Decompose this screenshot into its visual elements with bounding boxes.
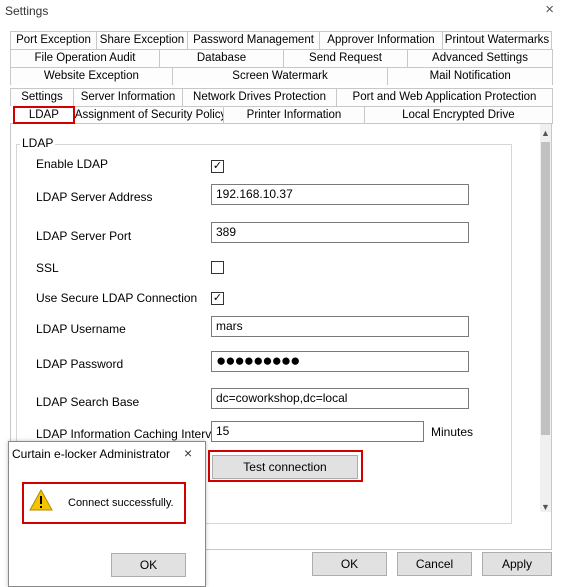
- ssl-label: SSL: [36, 261, 59, 275]
- tab-server-information[interactable]: Server Information: [73, 88, 183, 106]
- tab-ldap[interactable]: LDAP: [13, 106, 75, 124]
- dialog-message: Connect successfully.: [68, 497, 174, 509]
- scrollbar-thumb[interactable]: [541, 142, 550, 435]
- tab-database[interactable]: Database: [159, 49, 284, 67]
- server-address-input[interactable]: 192.168.10.37: [211, 184, 469, 205]
- apply-button[interactable]: Apply: [482, 552, 552, 576]
- tab-share-exception[interactable]: Share Exception: [96, 31, 188, 49]
- tab-mail-notification[interactable]: Mail Notification: [387, 67, 554, 85]
- username-input[interactable]: mars: [211, 316, 469, 337]
- username-label: LDAP Username: [36, 322, 126, 336]
- tab-advanced-settings[interactable]: Advanced Settings: [407, 49, 553, 67]
- dialog-close-button[interactable]: ×: [184, 445, 192, 461]
- tab-row-2: File Operation Audit Database Send Reque…: [10, 49, 553, 67]
- tab-row-5: LDAP Assignment of Security Policy Print…: [10, 106, 553, 124]
- scroll-down-arrow-icon[interactable]: ▼: [540, 500, 551, 514]
- tab-send-request[interactable]: Send Request: [283, 49, 408, 67]
- tab-file-operation-audit[interactable]: File Operation Audit: [10, 49, 160, 67]
- tab-settings[interactable]: Settings: [10, 88, 74, 106]
- tab-row-4: Settings Server Information Network Driv…: [10, 88, 553, 106]
- password-input[interactable]: ●●●●●●●●●: [211, 351, 469, 372]
- ok-button[interactable]: OK: [312, 552, 387, 576]
- tab-local-encrypted-drive[interactable]: Local Encrypted Drive: [363, 106, 553, 124]
- search-base-input[interactable]: dc=coworkshop,dc=local: [211, 388, 469, 409]
- scroll-up-arrow-icon[interactable]: ▲: [540, 126, 551, 140]
- tab-row-1: Port Exception Share Exception Password …: [10, 31, 552, 49]
- tab-printout-watermarks[interactable]: Printout Watermarks: [442, 31, 552, 49]
- caching-interval-label: LDAP Information Caching Interval: [36, 427, 221, 441]
- test-connection-button[interactable]: Test connection: [212, 455, 358, 479]
- tab-approver-information[interactable]: Approver Information: [319, 31, 443, 49]
- tab-port-web-application-protection[interactable]: Port and Web Application Protection: [336, 88, 553, 106]
- message-dialog: Curtain e-locker Administrator × Connect…: [8, 441, 206, 587]
- server-port-input[interactable]: 389: [211, 222, 469, 243]
- window-close-button[interactable]: ×: [545, 2, 554, 18]
- server-port-label: LDAP Server Port: [36, 229, 132, 243]
- caching-interval-unit: Minutes: [431, 425, 474, 439]
- window-title: Settings: [5, 4, 49, 18]
- tab-screen-watermark[interactable]: Screen Watermark: [171, 67, 389, 85]
- cancel-button[interactable]: Cancel: [397, 552, 472, 576]
- caching-interval-input[interactable]: 15: [211, 421, 424, 442]
- tab-port-exception[interactable]: Port Exception: [10, 31, 97, 49]
- tab-network-drives-protection[interactable]: Network Drives Protection: [182, 88, 337, 106]
- secure-connection-checkbox[interactable]: ✓: [211, 292, 224, 305]
- tab-website-exception[interactable]: Website Exception: [10, 67, 173, 85]
- tab-assignment-security-policy[interactable]: Assignment of Security Policy: [73, 106, 225, 124]
- dialog-title: Curtain e-locker Administrator: [12, 447, 171, 461]
- secure-connection-label: Use Secure LDAP Connection: [36, 291, 198, 305]
- search-base-label: LDAP Search Base: [36, 395, 140, 409]
- server-address-label: LDAP Server Address: [36, 190, 153, 204]
- warning-icon: [29, 489, 53, 511]
- ssl-checkbox[interactable]: [211, 261, 224, 274]
- password-label: LDAP Password: [36, 357, 124, 371]
- dialog-ok-button[interactable]: OK: [111, 553, 186, 577]
- enable-ldap-label: Enable LDAP: [36, 157, 109, 171]
- title-bar: Settings ×: [0, 0, 562, 22]
- ldap-group-title: LDAP: [20, 136, 56, 150]
- tab-row-3: Website Exception Screen Watermark Mail …: [10, 67, 554, 85]
- enable-ldap-checkbox[interactable]: ✓: [211, 160, 224, 173]
- tab-printer-information[interactable]: Printer Information: [223, 106, 365, 124]
- vertical-scrollbar[interactable]: ▲ ▼: [540, 124, 551, 512]
- tab-password-management[interactable]: Password Management: [187, 31, 320, 49]
